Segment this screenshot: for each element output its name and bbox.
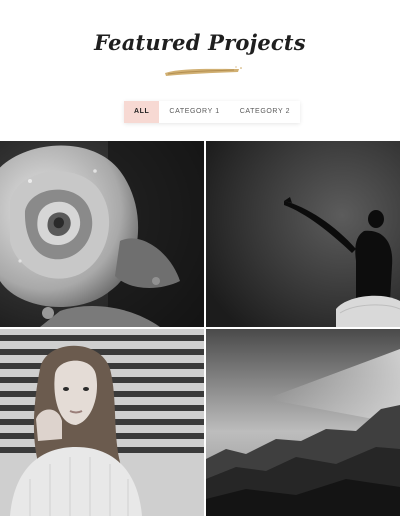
rose-photo [0, 141, 204, 327]
ballet-dancer-photo [206, 141, 400, 327]
section-title: Featured Projects [94, 30, 306, 55]
mountain-landscape-photo [206, 329, 400, 516]
project-tile-rose[interactable] [0, 141, 204, 327]
featured-projects-section: Featured Projects ALL CATEGORY 1 CATEGOR… [0, 0, 400, 516]
project-tile-landscape[interactable] [206, 329, 400, 516]
project-tile-portrait[interactable] [0, 329, 204, 516]
brush-stroke-decoration [165, 66, 242, 76]
filter-tabs: ALL CATEGORY 1 CATEGORY 2 [124, 101, 301, 123]
filter-category-2-button[interactable]: CATEGORY 2 [230, 101, 300, 123]
projects-grid [0, 141, 400, 516]
project-tile-dancer[interactable] [206, 141, 400, 327]
woman-portrait-photo [0, 329, 204, 516]
filter-category-1-button[interactable]: CATEGORY 1 [159, 101, 229, 123]
filter-all-button[interactable]: ALL [124, 101, 160, 123]
